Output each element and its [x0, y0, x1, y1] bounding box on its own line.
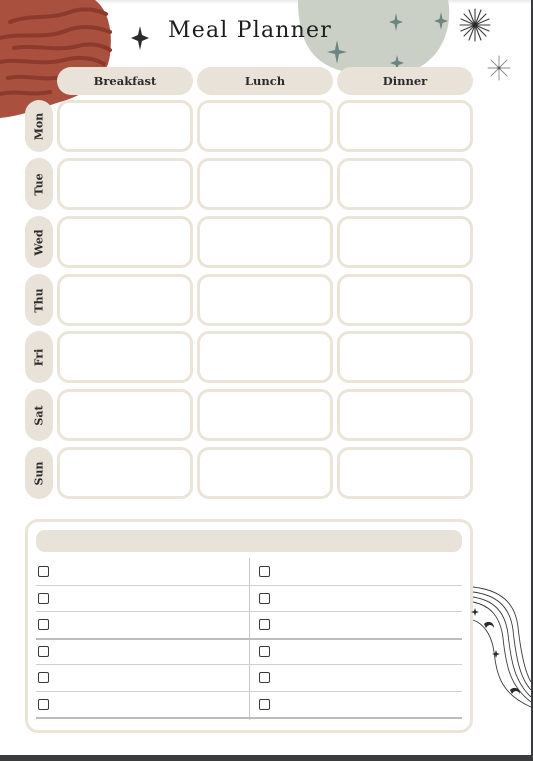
column-header-lunch: Lunch [197, 67, 333, 95]
meal-cell-fri-dinner[interactable] [337, 331, 473, 383]
checklist-checkbox[interactable] [38, 645, 49, 657]
meal-cell-sat-breakfast[interactable] [57, 389, 193, 441]
meal-cell-sun-dinner[interactable] [337, 447, 473, 499]
day-label-thu: Thu [25, 274, 53, 326]
day-label-text: Thu [32, 287, 46, 313]
checklist-checkbox[interactable] [259, 619, 270, 630]
checklist-row-line [36, 690, 462, 692]
grocery-list-header[interactable] [36, 530, 462, 552]
meal-cell-tue-breakfast[interactable] [57, 158, 193, 210]
starburst-icon [459, 8, 491, 42]
day-label-fri: Fri [25, 331, 53, 383]
checklist-checkbox[interactable] [38, 619, 49, 630]
day-label-text: Sun [32, 461, 46, 485]
checklist-row-line [36, 637, 462, 640]
checklist-row-line [36, 717, 462, 719]
checklist-checkbox[interactable] [259, 566, 270, 577]
meal-cell-mon-lunch[interactable] [197, 100, 333, 152]
meal-cell-mon-breakfast[interactable] [57, 100, 193, 152]
day-label-mon: Mon [25, 100, 53, 152]
meal-cell-sat-dinner[interactable] [337, 389, 473, 441]
meal-cell-thu-breakfast[interactable] [57, 274, 193, 326]
meal-cell-tue-lunch[interactable] [197, 158, 333, 210]
checklist-row-line [36, 611, 462, 612]
meal-cell-thu-lunch[interactable] [197, 274, 333, 326]
meal-cell-wed-breakfast[interactable] [57, 216, 193, 268]
planner-page: Meal Planner Breakfast Lunch Dinner Mon … [0, 0, 531, 755]
wavy-lines-moons-decoration [471, 586, 531, 708]
checklist-row-line [36, 664, 462, 665]
checklist-checkbox[interactable] [38, 672, 49, 683]
day-label-sat: Sat [25, 389, 53, 441]
checklist-checkbox[interactable] [259, 672, 270, 683]
column-header-dinner: Dinner [337, 67, 473, 95]
meal-cell-mon-dinner[interactable] [337, 100, 473, 152]
meal-cell-sat-lunch[interactable] [197, 389, 333, 441]
meal-cell-sun-lunch[interactable] [197, 447, 333, 499]
meal-cell-fri-lunch[interactable] [197, 331, 333, 383]
small-starburst-icon [487, 55, 511, 81]
day-label-text: Wed [32, 228, 46, 256]
day-label-text: Mon [32, 112, 46, 140]
day-label-text: Fri [32, 348, 46, 366]
checklist-checkbox[interactable] [38, 698, 49, 710]
column-header-breakfast: Breakfast [57, 67, 193, 95]
meal-cell-tue-dinner[interactable] [337, 158, 473, 210]
checklist-checkbox[interactable] [259, 645, 270, 657]
checklist-checkbox[interactable] [259, 592, 270, 604]
meal-cell-fri-breakfast[interactable] [57, 331, 193, 383]
page-title: Meal Planner [168, 18, 332, 43]
meal-cell-thu-dinner[interactable] [337, 274, 473, 326]
day-label-tue: Tue [25, 158, 53, 210]
checklist-row-line [36, 584, 462, 586]
sparkle-icon [131, 26, 149, 50]
checklist-checkbox[interactable] [38, 592, 49, 604]
day-label-text: Tue [32, 172, 46, 196]
checklist-checkbox[interactable] [38, 566, 49, 577]
checklist-checkbox[interactable] [259, 698, 270, 710]
grocery-checklist-box [25, 519, 473, 733]
meal-cell-sun-breakfast[interactable] [57, 447, 193, 499]
meal-cell-wed-lunch[interactable] [197, 216, 333, 268]
day-label-text: Sat [32, 404, 46, 426]
day-label-sun: Sun [25, 447, 53, 499]
day-label-wed: Wed [25, 216, 53, 268]
meal-cell-wed-dinner[interactable] [337, 216, 473, 268]
